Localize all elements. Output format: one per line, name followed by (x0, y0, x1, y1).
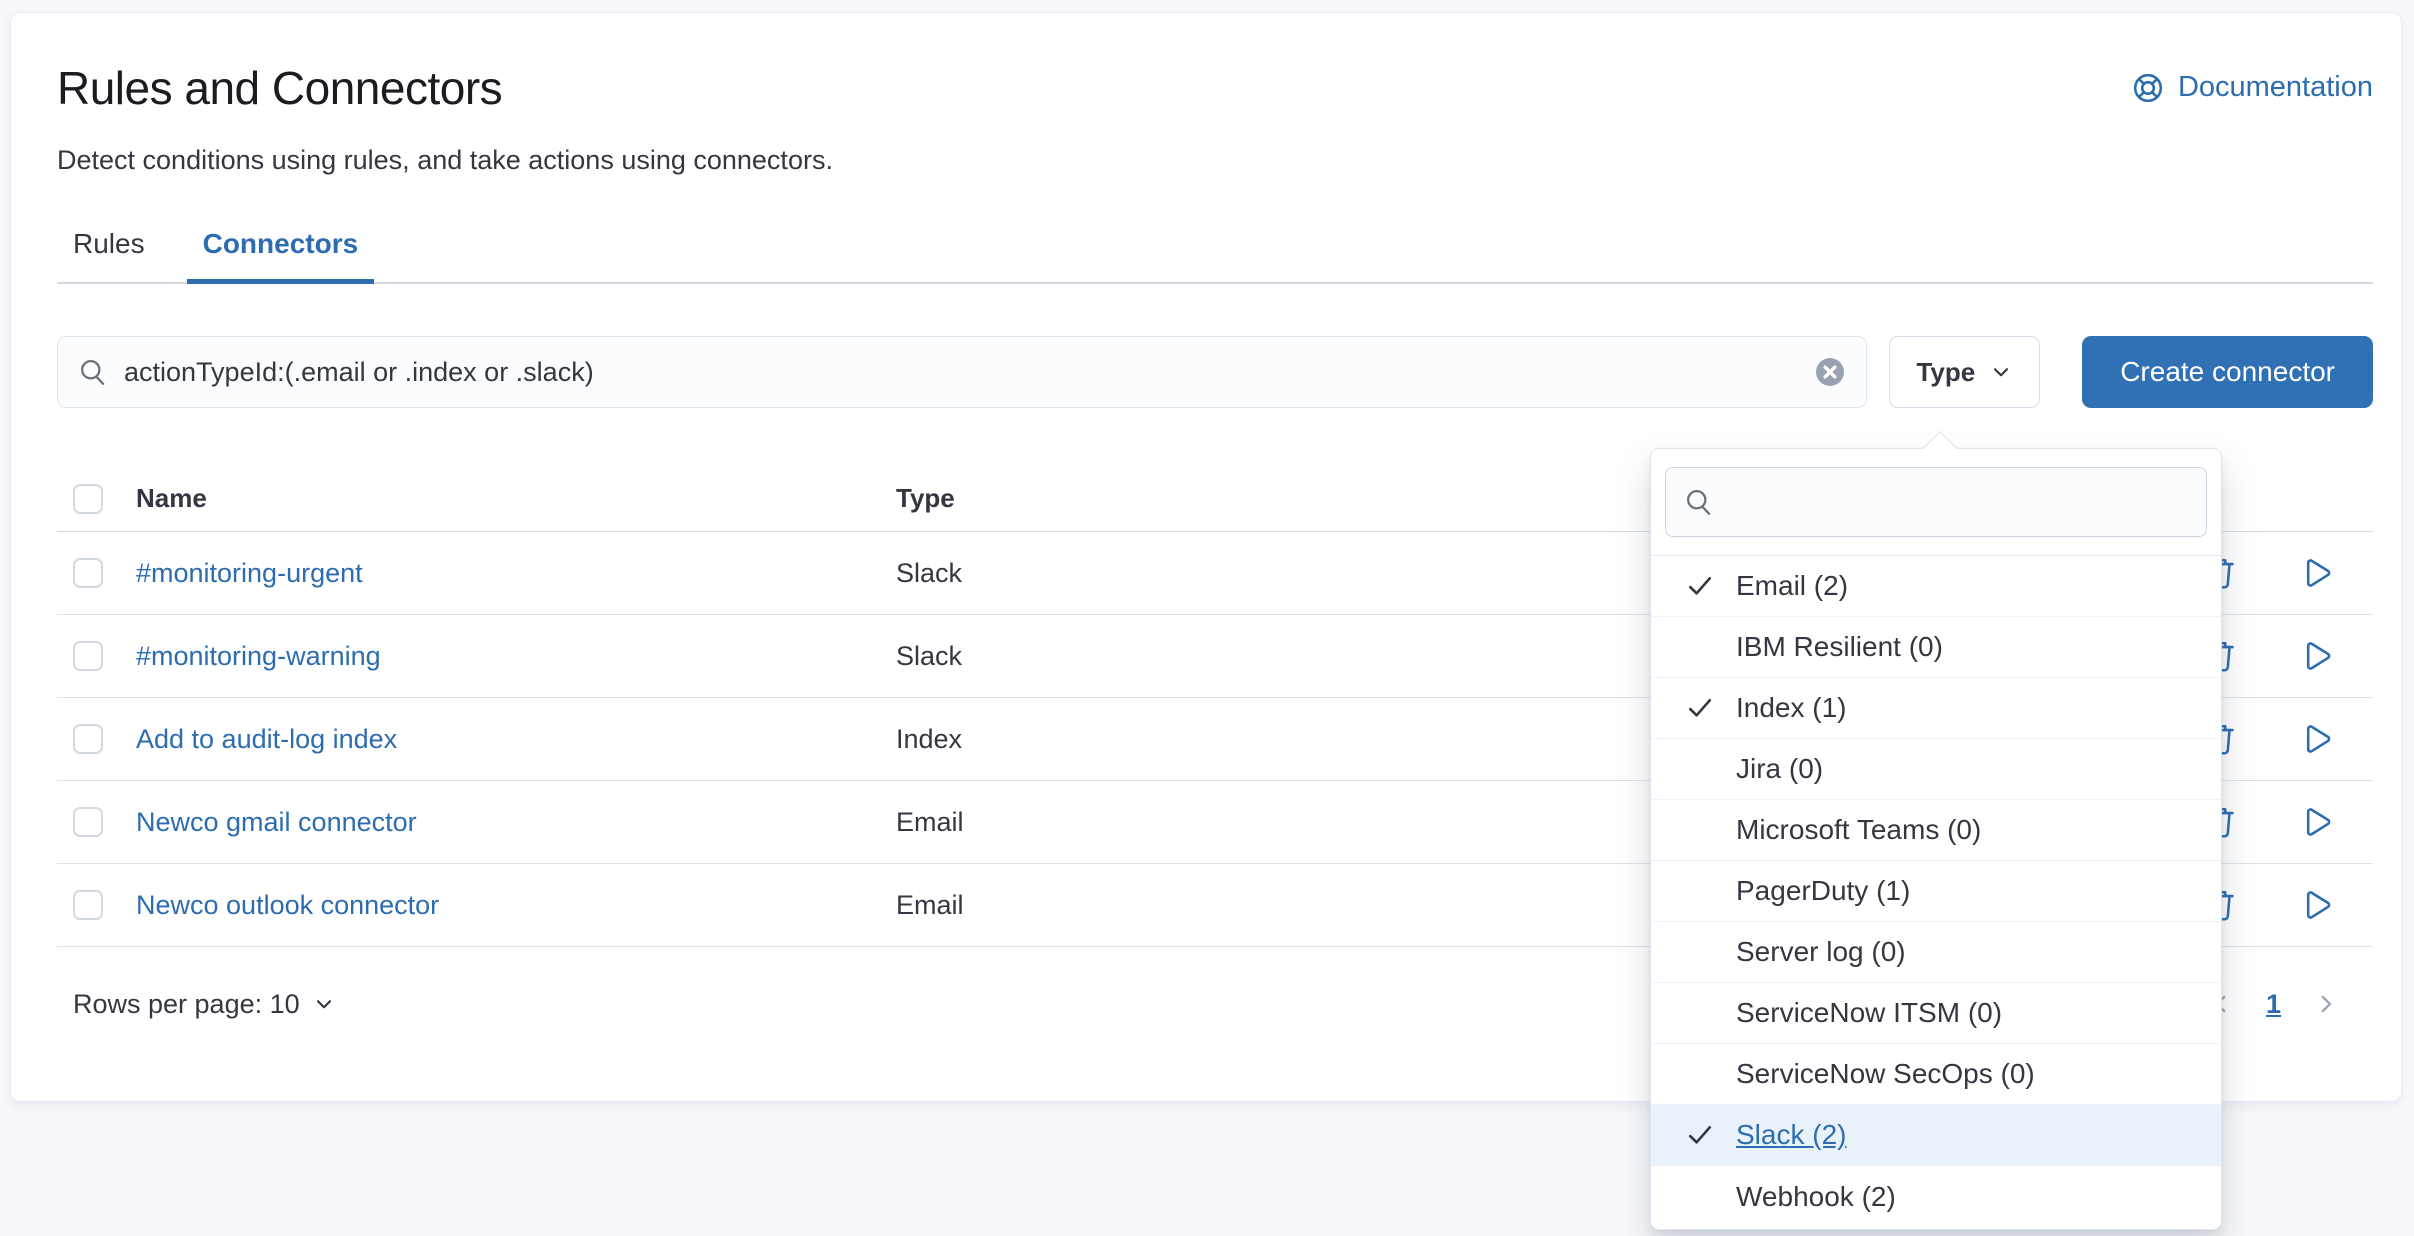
help-lifebuoy-icon (2132, 72, 2164, 104)
row-checkbox[interactable] (73, 890, 103, 920)
filter-option-servicenow-secops[interactable]: ServiceNow SecOps (0) (1651, 1044, 2221, 1105)
row-checkbox[interactable] (73, 558, 103, 588)
filter-option-slack[interactable]: Slack (2) (1651, 1105, 2221, 1166)
chevron-down-icon (1989, 360, 2013, 384)
run-connector-button[interactable] (2298, 722, 2332, 756)
row-checkbox[interactable] (73, 724, 103, 754)
filter-option-server-log[interactable]: Server log (0) (1651, 922, 2221, 983)
check-icon (1685, 693, 1715, 723)
play-icon (2298, 556, 2332, 590)
page-header: Rules and Connectors Documentation (57, 61, 2373, 115)
connector-name-link[interactable]: #monitoring-warning (136, 641, 381, 671)
tab-bar: Rules Connectors (57, 210, 2373, 284)
filter-option-index[interactable]: Index (1) (1651, 678, 2221, 739)
clear-search-icon[interactable] (1814, 356, 1846, 388)
column-header-name: Name (136, 483, 896, 514)
check-icon (1685, 571, 1715, 601)
run-connector-button[interactable] (2298, 639, 2332, 673)
run-connector-button[interactable] (2298, 556, 2332, 590)
row-checkbox[interactable] (73, 807, 103, 837)
rows-per-page-selector[interactable]: Rows per page: 10 (73, 989, 336, 1020)
filter-option-ibm-resilient[interactable]: IBM Resilient (0) (1651, 617, 2221, 678)
filter-option-jira[interactable]: Jira (0) (1651, 739, 2221, 800)
connector-search-box (57, 336, 1867, 408)
run-connector-button[interactable] (2298, 805, 2332, 839)
search-input[interactable] (124, 357, 1798, 388)
type-filter-popover: Email (2) IBM Resilient (0) Index (1) Ji… (1650, 448, 2222, 1230)
tab-rules[interactable]: Rules (57, 210, 161, 282)
play-icon (2298, 722, 2332, 756)
next-page-button[interactable] (2309, 987, 2343, 1021)
run-connector-button[interactable] (2298, 888, 2332, 922)
connector-name-link[interactable]: Newco outlook connector (136, 890, 439, 920)
search-icon (78, 357, 108, 387)
pagination: 1 (2204, 987, 2373, 1021)
filter-option-list: Email (2) IBM Resilient (0) Index (1) Ji… (1651, 555, 2221, 1227)
connector-name-link[interactable]: Add to audit-log index (136, 724, 397, 754)
play-icon (2298, 888, 2332, 922)
create-connector-button[interactable]: Create connector (2082, 336, 2373, 408)
filter-search-input[interactable] (1728, 487, 2188, 518)
toolbar: Type Create connector (57, 336, 2373, 408)
documentation-label: Documentation (2178, 71, 2373, 104)
check-icon (1685, 1120, 1715, 1150)
documentation-link[interactable]: Documentation (2132, 71, 2373, 104)
page-title: Rules and Connectors (57, 61, 502, 115)
connector-name-link[interactable]: #monitoring-urgent (136, 558, 363, 588)
filter-option-pagerduty[interactable]: PagerDuty (1) (1651, 861, 2221, 922)
select-all-checkbox[interactable] (73, 484, 103, 514)
type-filter-button[interactable]: Type (1889, 336, 2040, 408)
filter-option-microsoft-teams[interactable]: Microsoft Teams (0) (1651, 800, 2221, 861)
row-checkbox[interactable] (73, 641, 103, 671)
search-icon (1684, 487, 1714, 517)
tab-connectors[interactable]: Connectors (187, 210, 375, 282)
connector-name-link[interactable]: Newco gmail connector (136, 807, 417, 837)
filter-option-servicenow-itsm[interactable]: ServiceNow ITSM (0) (1651, 983, 2221, 1044)
type-filter-label: Type (1916, 357, 1975, 388)
page-subtitle: Detect conditions using rules, and take … (57, 145, 2373, 176)
rows-per-page-label: Rows per page: 10 (73, 989, 300, 1020)
play-icon (2298, 639, 2332, 673)
page-number-1[interactable]: 1 (2256, 989, 2291, 1020)
filter-search-box (1665, 467, 2207, 537)
chevron-down-icon (312, 992, 336, 1016)
play-icon (2298, 805, 2332, 839)
filter-option-email[interactable]: Email (2) (1651, 556, 2221, 617)
filter-option-webhook[interactable]: Webhook (2) (1651, 1166, 2221, 1227)
